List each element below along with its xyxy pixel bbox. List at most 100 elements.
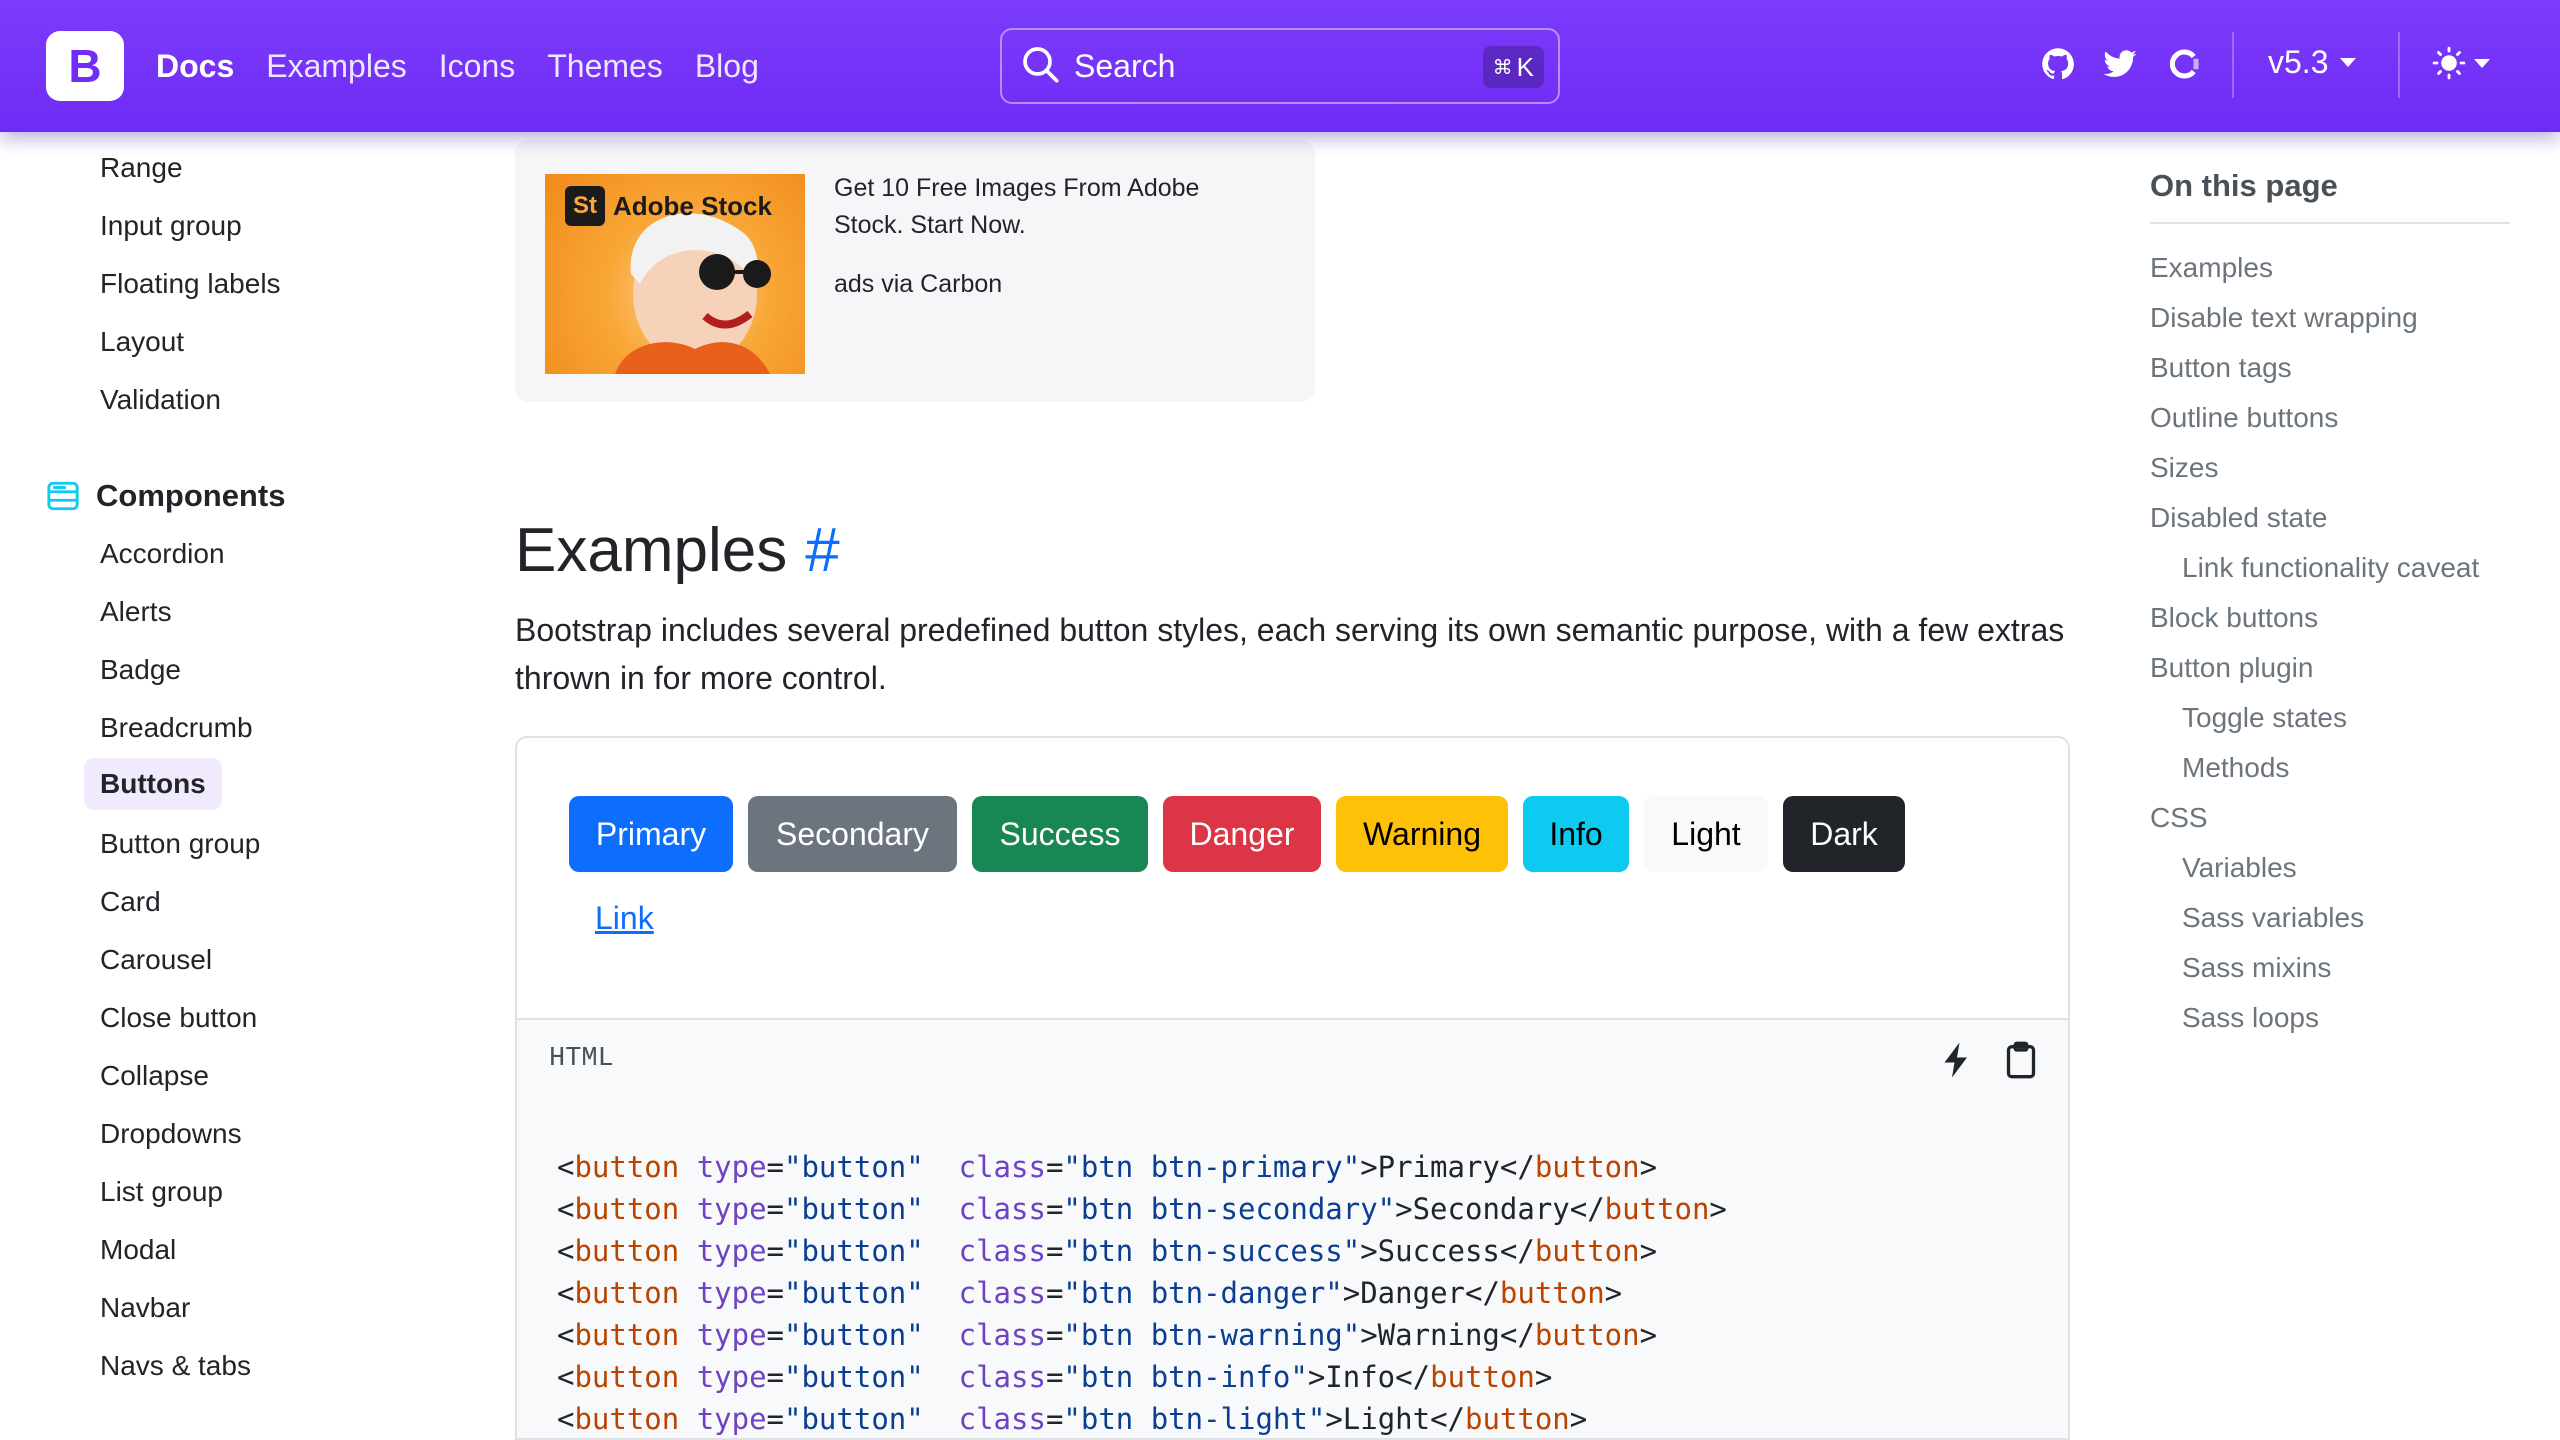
chevron-down-icon xyxy=(2340,58,2357,67)
link-button[interactable]: Link xyxy=(595,900,654,937)
sidebar-item-close-button[interactable]: Close button xyxy=(100,1002,257,1034)
sidebar-item-layout[interactable]: Layout xyxy=(100,326,184,358)
search-label: Search xyxy=(1074,47,1176,84)
toc-item-block-buttons[interactable]: Block buttons xyxy=(2150,602,2318,634)
toc-item-css[interactable]: CSS xyxy=(2150,802,2208,834)
sidebar-item-modal[interactable]: Modal xyxy=(100,1234,176,1266)
twitter-icon[interactable] xyxy=(2102,46,2138,82)
toc-item-sass-variables[interactable]: Sass variables xyxy=(2182,902,2364,934)
secondary-button[interactable]: Secondary xyxy=(748,796,957,872)
k-key: K xyxy=(1516,51,1534,82)
sun-icon xyxy=(2432,46,2466,80)
sidebar-item-navbar[interactable]: Navbar xyxy=(100,1292,190,1324)
opencollective-icon[interactable] xyxy=(2166,46,2202,82)
components-heading: Components xyxy=(96,478,286,513)
section-heading-examples: Examples # xyxy=(515,515,840,586)
sidebar-item-breadcrumb[interactable]: Breadcrumb xyxy=(100,712,253,744)
sidebar-item-accordion[interactable]: Accordion xyxy=(100,538,225,570)
toc-item-examples[interactable]: Examples xyxy=(2150,252,2273,284)
toc-item-disabled-state[interactable]: Disabled state xyxy=(2150,502,2327,534)
main-nav: Docs Examples Icons Themes Blog xyxy=(156,48,791,85)
toc-item-sizes[interactable]: Sizes xyxy=(2150,452,2218,484)
code-line: <button type="button" class="btn btn-inf… xyxy=(557,1360,1553,1394)
nav-link-icons[interactable]: Icons xyxy=(439,48,515,85)
nav-link-blog[interactable]: Blog xyxy=(695,48,759,85)
sidebar-item-alerts[interactable]: Alerts xyxy=(100,596,172,628)
nav-link-themes[interactable]: Themes xyxy=(547,48,663,85)
sidebar-section-components: Components xyxy=(46,478,285,514)
docs-sidebar: Range Input group Floating labels Layout… xyxy=(0,132,470,1440)
theme-toggle[interactable] xyxy=(2432,46,2490,80)
table-of-contents: On this page Examples Disable text wrapp… xyxy=(2150,168,2510,1033)
warning-button[interactable]: Warning xyxy=(1336,796,1508,872)
code-line: <button type="button" class="btn btn-suc… xyxy=(557,1234,1658,1268)
sidebar-item-list-group[interactable]: List group xyxy=(100,1176,223,1208)
sidebar-item-floating-labels[interactable]: Floating labels xyxy=(100,268,281,300)
clipboard-icon[interactable] xyxy=(2001,1040,2041,1080)
sidebar-item-validation[interactable]: Validation xyxy=(100,384,221,416)
toc-item-sass-mixins[interactable]: Sass mixins xyxy=(2182,952,2331,984)
ad-text-link[interactable]: Get 10 Free Images From Adobe Stock. Sta… xyxy=(834,170,1274,244)
ad-via-carbon[interactable]: ads via Carbon xyxy=(834,270,1002,299)
top-navbar: B Docs Examples Icons Themes Blog Search… xyxy=(0,0,2560,132)
adobe-stock-name: Adobe Stock xyxy=(613,190,772,221)
success-button[interactable]: Success xyxy=(972,796,1148,872)
code-line: <button type="button" class="btn btn-war… xyxy=(557,1318,1658,1352)
toc-item-toggle-states[interactable]: Toggle states xyxy=(2182,702,2347,734)
sidebar-item-carousel[interactable]: Carousel xyxy=(100,944,212,976)
code-line: <button type="button" class="btn btn-dan… xyxy=(557,1276,1623,1310)
toc-title: On this page xyxy=(2150,168,2510,224)
sidebar-item-range[interactable]: Range xyxy=(100,152,183,184)
primary-button[interactable]: Primary xyxy=(569,796,733,872)
toc-item-button-tags[interactable]: Button tags xyxy=(2150,352,2292,384)
nav-divider xyxy=(2398,32,2400,98)
heading-anchor-link[interactable]: # xyxy=(805,516,839,585)
light-button[interactable]: Light xyxy=(1644,796,1768,872)
danger-button[interactable]: Danger xyxy=(1163,796,1321,872)
sidebar-item-input-group[interactable]: Input group xyxy=(100,210,242,242)
search-shortcut: ⌘ K xyxy=(1482,46,1544,88)
heading-text: Examples xyxy=(515,516,788,585)
chevron-down-icon xyxy=(2474,58,2490,68)
nav-link-docs[interactable]: Docs xyxy=(156,48,234,85)
search-icon xyxy=(1020,44,1060,89)
adobe-stock-mark: St xyxy=(565,186,605,226)
sidebar-item-collapse[interactable]: Collapse xyxy=(100,1060,209,1092)
toc-item-button-plugin[interactable]: Button plugin xyxy=(2150,652,2313,684)
code-line: <button type="button" class="btn btn-pri… xyxy=(557,1150,1658,1184)
search-button[interactable]: Search ⌘ K xyxy=(1000,28,1560,104)
ad-image[interactable]: St Adobe Stock xyxy=(545,174,805,374)
github-icon[interactable] xyxy=(2040,46,2076,82)
lead-paragraph: Bootstrap includes several predefined bu… xyxy=(515,612,2065,696)
lightning-icon[interactable] xyxy=(1937,1040,1977,1080)
components-icon xyxy=(46,479,80,513)
nav-divider xyxy=(2232,32,2234,98)
sidebar-item-buttons[interactable]: Buttons xyxy=(84,758,222,810)
toc-item-link-functionality-caveat[interactable]: Link functionality caveat xyxy=(2182,552,2479,584)
toc-item-sass-loops[interactable]: Sass loops xyxy=(2182,1002,2319,1034)
code-line: <button type="button" class="btn btn-sec… xyxy=(557,1192,1727,1226)
example-preview: Primary Secondary Success Danger Warning… xyxy=(515,736,2070,1020)
sidebar-item-dropdowns[interactable]: Dropdowns xyxy=(100,1118,242,1150)
version-dropdown[interactable]: v5.3 xyxy=(2268,44,2357,81)
adobe-stock-logo: St Adobe Stock xyxy=(565,186,772,226)
nav-link-examples[interactable]: Examples xyxy=(266,48,407,85)
info-button[interactable]: Info xyxy=(1523,796,1629,872)
toc-item-methods[interactable]: Methods xyxy=(2182,752,2289,784)
carbon-ad[interactable]: St Adobe Stock Get 10 Free Images From A… xyxy=(515,140,1315,402)
sidebar-item-navs-tabs[interactable]: Navs & tabs xyxy=(100,1350,251,1382)
bootstrap-logo[interactable]: B xyxy=(46,31,124,101)
code-toolbar: HTML xyxy=(515,1018,2070,1102)
toc-item-disable-text-wrapping[interactable]: Disable text wrapping xyxy=(2150,302,2418,334)
sidebar-item-button-group[interactable]: Button group xyxy=(100,828,260,860)
code-snippet: <button type="button" class="btn btn-pri… xyxy=(515,1100,2070,1440)
command-key: ⌘ xyxy=(1492,56,1513,79)
code-line: <button type="button" class="btn btn-lig… xyxy=(557,1402,1588,1436)
toc-item-outline-buttons[interactable]: Outline buttons xyxy=(2150,402,2338,434)
code-language-label: HTML xyxy=(549,1044,614,1074)
sidebar-item-card[interactable]: Card xyxy=(100,886,161,918)
sidebar-item-badge[interactable]: Badge xyxy=(100,654,181,686)
toc-item-variables[interactable]: Variables xyxy=(2182,852,2297,884)
dark-button[interactable]: Dark xyxy=(1783,796,1905,872)
version-label: v5.3 xyxy=(2268,44,2329,80)
